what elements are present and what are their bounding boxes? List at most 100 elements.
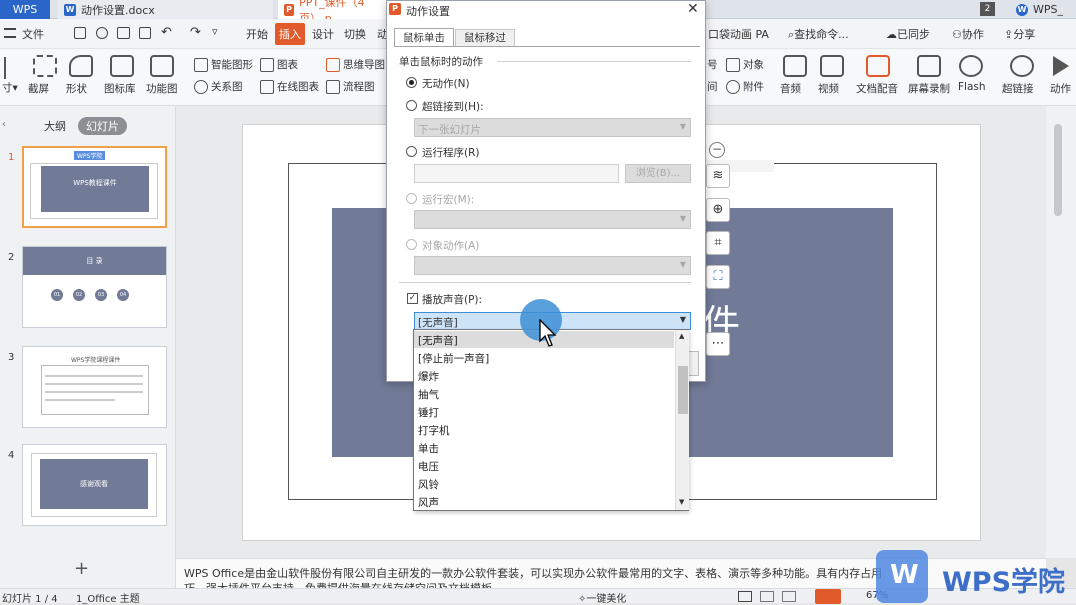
tab-slides[interactable]: 幻灯片 bbox=[78, 117, 127, 135]
object-action-select[interactable]: ▼ bbox=[414, 256, 691, 275]
print-icon[interactable] bbox=[117, 27, 130, 39]
video-button[interactable]: 视频 bbox=[818, 81, 839, 96]
scroll-left-icon[interactable] bbox=[4, 57, 14, 79]
ppt-tab[interactable]: P PPT_课件（4页）.p bbox=[278, 0, 388, 25]
hyperlink-select[interactable]: 下一张幻灯片 ▼ bbox=[414, 118, 691, 137]
shape-icon[interactable] bbox=[69, 55, 93, 77]
collab-button[interactable]: ⚇协作 bbox=[952, 26, 984, 42]
chart-button[interactable]: 图表 bbox=[260, 57, 298, 72]
format-painter-icon[interactable] bbox=[96, 27, 108, 39]
preview-icon[interactable] bbox=[139, 27, 151, 39]
radio-run-program[interactable] bbox=[406, 146, 417, 157]
relation-chart-button[interactable]: 关系图 bbox=[194, 79, 243, 94]
add-slide-button[interactable]: + bbox=[74, 558, 89, 579]
screenshot-button[interactable]: 截屏 bbox=[28, 81, 49, 96]
window-count-badge[interactable]: 2 bbox=[980, 2, 995, 16]
crop-icon[interactable]: ⌗ bbox=[706, 231, 730, 255]
redo-icon[interactable]: ↷ bbox=[190, 25, 201, 40]
collapse-pane-icon[interactable]: ‹ bbox=[2, 119, 6, 130]
sound-option[interactable]: 风铃 bbox=[418, 477, 439, 492]
object-button[interactable]: 对象 bbox=[726, 57, 764, 72]
flash-button[interactable]: Flash bbox=[958, 81, 986, 93]
mind-map-button[interactable]: 思维导图 bbox=[326, 57, 385, 72]
tab-outline[interactable]: 大纲 bbox=[44, 118, 66, 134]
online-chart-button[interactable]: 在线图表 bbox=[260, 79, 319, 94]
radio-hyperlink[interactable] bbox=[406, 100, 417, 111]
radio-run-macro[interactable] bbox=[406, 193, 417, 204]
tab-switch[interactable]: 切换 bbox=[344, 26, 366, 42]
icon-library-icon[interactable] bbox=[110, 55, 134, 77]
scroll-down-icon[interactable]: ▼ bbox=[679, 498, 684, 506]
menu-file[interactable]: 文件 bbox=[22, 26, 44, 42]
function-chart-button[interactable]: 功能图 bbox=[146, 81, 178, 96]
macro-select[interactable]: ▼ bbox=[414, 210, 691, 229]
hyperlink-icon[interactable] bbox=[1010, 55, 1034, 77]
shape-button[interactable]: 形状 bbox=[66, 81, 87, 96]
sound-option[interactable]: 爆炸 bbox=[418, 369, 439, 384]
select-icon[interactable]: ⛶ bbox=[706, 265, 730, 289]
zoom-icon[interactable]: ⊕ bbox=[706, 198, 730, 222]
screen-record-icon[interactable] bbox=[917, 55, 941, 77]
save-icon[interactable] bbox=[74, 27, 86, 39]
sound-dropdown-list[interactable]: [无声音] [停止前一声音] 爆炸 抽气 锤打 打字机 单击 电压 风铃 风声 … bbox=[413, 329, 689, 511]
normal-view-icon[interactable] bbox=[738, 591, 752, 602]
smart-shape-button[interactable]: 智能图形 bbox=[194, 57, 253, 72]
scroll-up-icon[interactable]: ▲ bbox=[679, 332, 684, 340]
sound-option[interactable]: 抽气 bbox=[418, 387, 439, 402]
menu-icon[interactable] bbox=[4, 28, 16, 38]
hyperlink-button[interactable]: 超链接 bbox=[1002, 81, 1034, 96]
function-chart-icon[interactable] bbox=[150, 55, 174, 77]
slide-thumb-4[interactable]: 感谢观看 bbox=[22, 444, 167, 526]
sound-option[interactable]: [无声音] bbox=[418, 333, 458, 348]
tab-start[interactable]: 开始 bbox=[246, 26, 268, 42]
slide-thumb-2[interactable]: 目 录 01 02 03 04 bbox=[22, 246, 167, 328]
vertical-scrollbar[interactable] bbox=[1046, 106, 1076, 558]
sound-option[interactable]: 电压 bbox=[418, 459, 439, 474]
screenshot-icon[interactable] bbox=[33, 55, 57, 77]
radio-object-action[interactable] bbox=[406, 239, 417, 250]
sound-option[interactable]: 锤打 bbox=[418, 405, 439, 420]
doc-tab[interactable]: W 动作设置.docx bbox=[58, 0, 273, 19]
dropdown-scrollbar[interactable]: ▲ ▼ bbox=[675, 330, 689, 510]
tab-pocket-animation[interactable]: 口袋动画 PA bbox=[708, 26, 769, 42]
action-icon[interactable] bbox=[1053, 56, 1069, 76]
browse-button[interactable]: 浏览(B)... bbox=[625, 164, 691, 183]
radio-no-action[interactable] bbox=[406, 77, 417, 88]
flash-icon[interactable] bbox=[959, 55, 983, 77]
sorter-view-icon[interactable] bbox=[760, 591, 774, 602]
more-icon[interactable]: ⋯ bbox=[706, 332, 730, 356]
dropdown-scroll-thumb[interactable] bbox=[678, 366, 688, 414]
audio-button[interactable]: 音频 bbox=[780, 81, 801, 96]
layers-icon[interactable]: ≋ bbox=[706, 164, 730, 188]
wps-academy-tab[interactable]: W WPS_ bbox=[1010, 0, 1076, 19]
tab-insert[interactable]: 插入 bbox=[275, 23, 305, 45]
play-slideshow-button[interactable] bbox=[815, 589, 841, 604]
sound-option[interactable]: 打字机 bbox=[418, 423, 450, 438]
reading-view-icon[interactable] bbox=[782, 591, 796, 602]
wps-home-tab[interactable]: WPS bbox=[0, 0, 50, 19]
sound-option[interactable]: 风声 bbox=[418, 495, 439, 510]
customize-icon[interactable]: ▿ bbox=[212, 25, 218, 38]
flowchart-button[interactable]: 流程图 bbox=[326, 79, 375, 94]
collapse-icon[interactable]: − bbox=[709, 142, 725, 158]
tab-design[interactable]: 设计 bbox=[312, 26, 334, 42]
close-icon[interactable]: ✕ bbox=[687, 1, 699, 17]
tab-mouse-over[interactable]: 鼠标移过 bbox=[455, 29, 515, 46]
icon-library-button[interactable]: 图标库 bbox=[104, 81, 136, 96]
action-button[interactable]: 动作 bbox=[1050, 81, 1071, 96]
audio-icon[interactable] bbox=[783, 55, 807, 77]
narration-icon[interactable] bbox=[866, 55, 890, 77]
sound-option[interactable]: [停止前一声音] bbox=[418, 351, 489, 366]
narration-button[interactable]: 文档配音 bbox=[856, 81, 898, 96]
tab-mouse-click[interactable]: 鼠标单击 bbox=[394, 28, 454, 47]
screen-record-button[interactable]: 屏幕录制 bbox=[908, 81, 950, 96]
slide-thumb-3[interactable]: WPS学院课程课件 bbox=[22, 346, 167, 428]
search-command[interactable]: ⌕查找命令... bbox=[788, 26, 849, 42]
scroll-thumb[interactable] bbox=[1054, 124, 1062, 216]
sound-option[interactable]: 单击 bbox=[418, 441, 439, 456]
undo-icon[interactable]: ↶ bbox=[161, 25, 172, 40]
sync-status[interactable]: ☁已同步 bbox=[886, 26, 930, 42]
share-button[interactable]: ⇪分享 bbox=[1004, 26, 1035, 42]
slide-thumb-1[interactable]: WPS学院 WPS教程课件 bbox=[22, 146, 167, 228]
video-icon[interactable] bbox=[820, 55, 844, 77]
